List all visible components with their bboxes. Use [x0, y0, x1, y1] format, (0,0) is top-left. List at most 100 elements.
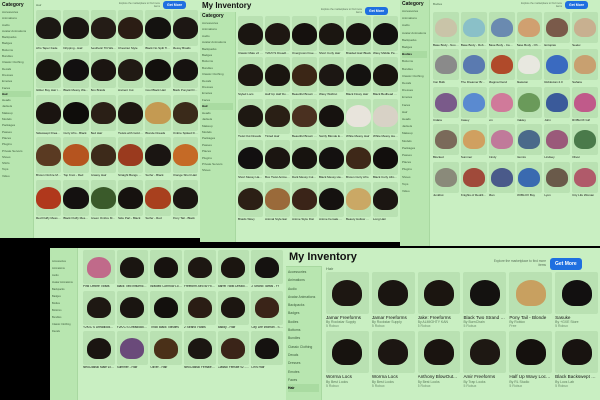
category-item[interactable]: Hair — [288, 384, 319, 393]
item-card[interactable]: Thick Black Twisties — [150, 290, 182, 330]
item-card[interactable]: Cindy — [488, 124, 515, 159]
item-card[interactable]: Jamar Freeforms By Rockstar Supply 5 Robux — [371, 272, 415, 328]
item-card[interactable]: Skeleton — [516, 49, 543, 84]
item-card[interactable]: Dennis — [516, 124, 543, 159]
category-item[interactable]: Backpacks — [288, 301, 319, 309]
item-card[interactable]: Base Body - Ohana — [516, 12, 543, 47]
item-card[interactable]: Box Twist Anime Braids — [265, 140, 290, 179]
item-card[interactable]: Beautiful Brown Hair for Beautiful — [292, 57, 317, 96]
item-card[interactable]: White Messy Hair Bun — [373, 98, 398, 138]
category-item[interactable]: Classic Clothing — [288, 343, 319, 351]
item-card[interactable]: Lyon — [544, 161, 571, 197]
item-card[interactable]: Iron Bulk — [433, 49, 459, 84]
category-item[interactable]: Faces — [402, 102, 427, 109]
item-card[interactable]: Base Body - Cameron — [488, 12, 515, 47]
item-card[interactable]: Magma Fiend — [488, 49, 515, 84]
category-item[interactable]: Bodies — [52, 300, 75, 307]
item-card[interactable]: 2 Strand Twists - Fr — [251, 250, 283, 289]
item-card[interactable]: Animal Style Ear — [265, 181, 290, 221]
item-card[interactable]: Braids Wavy — [238, 181, 263, 221]
category-item[interactable]: Emotes — [288, 368, 319, 376]
category-item[interactable]: Shoes — [202, 167, 233, 173]
item-card[interactable]: Oliver - Hair — [150, 331, 182, 370]
item-card[interactable]: ROBLOX Boy — [516, 161, 543, 197]
item-card[interactable]: Surfer - Black — [145, 137, 171, 177]
category-item[interactable]: Backpacks — [402, 37, 427, 44]
category-item[interactable]: Backpacks — [52, 286, 75, 293]
item-card[interactable]: John — [544, 86, 571, 122]
item-card[interactable]: ROBLOX Girl — [572, 86, 598, 122]
item-card[interactable]: Surfer - Red — [145, 179, 171, 220]
item-card[interactable]: Brown Ombre Messy Braid — [36, 137, 62, 177]
item-card[interactable]: Robloxian 2.0 — [544, 49, 571, 84]
category-item[interactable]: Dresses — [402, 87, 427, 94]
item-card[interactable]: Anime Style Flat — [292, 181, 317, 221]
category-item[interactable]: Bundles — [288, 334, 319, 342]
item-card[interactable]: Overgrown Freeform Black — [292, 16, 317, 55]
item-card[interactable]: Top Knot - Red — [63, 137, 89, 177]
category-item[interactable]: Audio — [52, 272, 75, 279]
item-card[interactable]: Oliver — [572, 124, 598, 159]
item-card[interactable]: NeoClassic Female v2 - Hair — [183, 331, 216, 370]
item-card[interactable]: Red Fluffy Messy Boy Hair — [36, 179, 62, 220]
item-card[interactable]: Oakley — [516, 86, 543, 122]
item-card[interactable]: Green Ombre Messy Hair — [90, 179, 116, 220]
item-card[interactable]: Man — [488, 161, 515, 197]
item-card[interactable]: Sahara — [572, 49, 598, 84]
category-item[interactable]: Shoes — [402, 174, 427, 181]
item-card[interactable]: White Messy Hair — [346, 98, 371, 138]
item-card[interactable]: Sideswept Dreads - Black — [36, 94, 62, 135]
item-card[interactable]: City Life Woman — [572, 161, 598, 197]
category-item[interactable]: Video — [402, 188, 427, 195]
item-card[interactable]: 2 Strand Twists — [183, 290, 216, 330]
category-item[interactable]: Models — [402, 138, 427, 145]
item-card[interactable]: Braided Cornrow Locs - Black — [150, 250, 182, 289]
item-card[interactable]: Pony Tail - Black — [172, 179, 198, 220]
item-card[interactable]: Curly Afro - Black — [63, 94, 89, 135]
item-card[interactable]: Sasuke By +GXE Store 5 Robux — [555, 272, 598, 328]
item-card[interactable]: Messy Braids — [172, 10, 198, 50]
category-item[interactable]: Classic Clothing — [402, 73, 427, 80]
item-card[interactable]: Ancient Cut — [118, 52, 144, 92]
item-card[interactable]: Half Up Wavy Locs V2 (Black)By RL Studio… — [509, 331, 553, 388]
item-card[interactable]: Pink Ombre Twists — [83, 250, 115, 289]
item-card[interactable]: Amir Freeforms By Trap Looks 5 Robux — [463, 331, 507, 388]
item-card[interactable]: Baddy - Hair — [217, 290, 250, 330]
item-card[interactable]: Twist Out Dreads — [238, 98, 263, 138]
item-card[interactable]: Grassy Hair — [90, 137, 116, 177]
item-card[interactable]: NeoClassic Male v2 - Hair — [83, 331, 115, 370]
item-card[interactable]: Twists with Golden Beads — [118, 94, 144, 135]
item-card[interactable]: Lin — [488, 86, 515, 122]
category-item[interactable]: Avatar Animations — [288, 293, 319, 301]
category-item[interactable]: Bundles — [52, 314, 75, 321]
item-card[interactable]: Casey — [460, 86, 487, 122]
item-card[interactable]: Blocked — [433, 124, 459, 159]
item-card[interactable]: Straight Bangs Red — [118, 137, 144, 177]
item-card[interactable]: Black Ponytail Dreadlocks — [172, 52, 198, 92]
item-card[interactable]: Side Part - Black — [118, 179, 144, 220]
item-card[interactable]: Anthony BlowOut... By Best Looks 5 Robux — [417, 331, 461, 388]
get-more-button[interactable]: Get More — [365, 7, 389, 15]
item-card[interactable]: Entopiax — [544, 12, 571, 47]
category-item[interactable]: Decals — [402, 80, 427, 87]
category-item[interactable]: Decals — [52, 328, 75, 335]
item-card[interactable]: Y2K/C'S Dreadlocks V3 — [83, 290, 115, 330]
item-card[interactable]: Brown Curly Afro — [346, 140, 371, 179]
item-card[interactable]: Blonde Dreads — [145, 94, 171, 135]
item-card[interactable]: Freeform Afro w/ High Taper — [183, 250, 216, 289]
category-item[interactable]: Places — [402, 159, 427, 166]
category-item[interactable]: Accessories — [402, 8, 427, 15]
get-more-button[interactable]: Get More — [550, 258, 582, 270]
item-card[interactable]: Braided Hair Black — [346, 16, 371, 55]
item-card[interactable]: Black Bedhead Curly Dreads — [373, 57, 398, 96]
item-card[interactable]: Bed Hair — [90, 94, 116, 135]
item-card[interactable]: Orange Short Hair — [172, 137, 198, 177]
category-item[interactable]: Animations — [402, 15, 427, 22]
category-item[interactable]: Tops — [402, 181, 427, 188]
category-item[interactable]: Accessories — [288, 268, 319, 276]
item-card[interactable]: The Dreamer Brothers — [460, 49, 487, 84]
item-card[interactable]: Base Body - Noodle — [433, 12, 459, 47]
item-card[interactable]: Y2K/C'S Dreadlocks V2 — [265, 16, 290, 55]
item-card[interactable]: Y2K/C'S Dreadlocks V4 — [116, 290, 149, 330]
item-card[interactable]: Chestnut Style — [118, 10, 144, 50]
